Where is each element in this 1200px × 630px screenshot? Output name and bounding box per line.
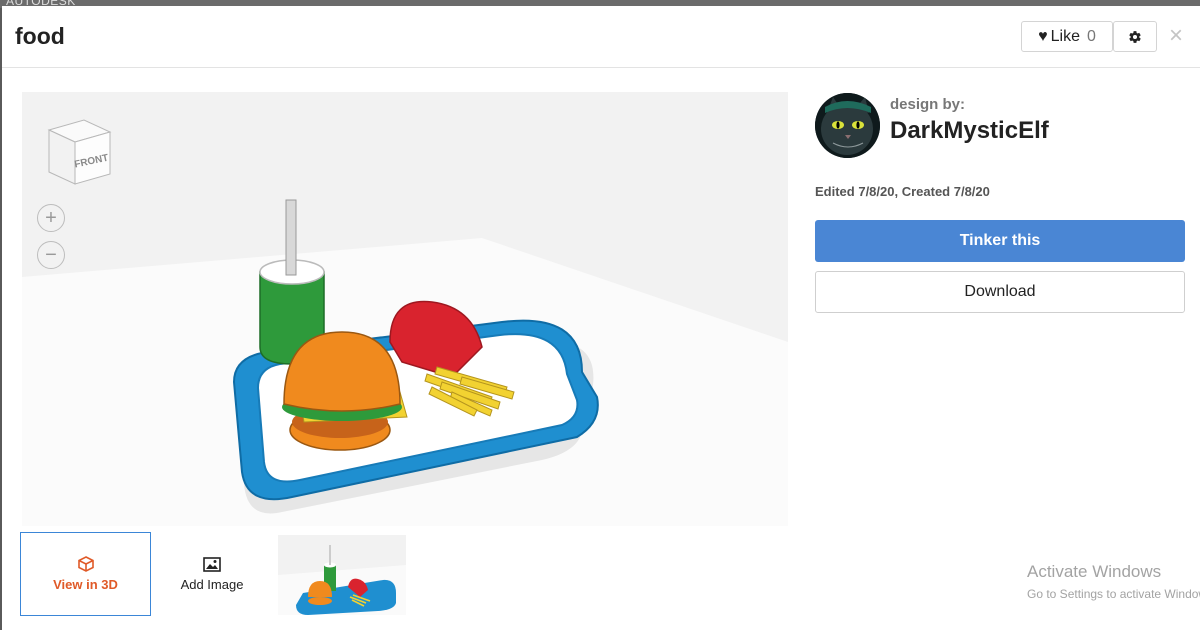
drink-straw (285, 199, 297, 276)
tinker-this-button[interactable]: Tinker this (815, 220, 1185, 262)
add-image-label: Add Image (180, 576, 244, 592)
zoom-out-button[interactable]: − (37, 241, 65, 269)
view-in-3d-label: View in 3D (53, 577, 118, 592)
watermark-line2: Go to Settings to activate Windows. (1027, 587, 1200, 601)
view-in-3d-thumb[interactable]: View in 3D (20, 532, 151, 616)
heart-icon: ♥ (1038, 27, 1048, 45)
cat-avatar-image (815, 93, 880, 158)
modal-header: food ♥ Like 0 × (2, 6, 1200, 68)
gear-icon (1129, 30, 1141, 43)
activate-windows-watermark: Activate Windows Go to Settings to activ… (1027, 562, 1200, 601)
design-preview-thumb[interactable] (278, 535, 406, 615)
like-label: Like (1050, 27, 1080, 45)
viewcube[interactable]: FRONT (44, 112, 114, 188)
add-image-thumb[interactable]: Add Image (153, 532, 271, 616)
designer-username[interactable]: DarkMysticElf (890, 117, 1049, 145)
close-button[interactable]: × (1164, 22, 1188, 50)
like-button[interactable]: ♥ Like 0 (1021, 21, 1113, 52)
food-tray-3d-model (22, 199, 788, 526)
zoom-in-button[interactable]: + (37, 204, 65, 232)
design-preview-image (278, 545, 406, 615)
edit-create-dates: Edited 7/8/20, Created 7/8/20 (815, 184, 990, 199)
design-title: food (15, 23, 65, 49)
settings-button[interactable] (1113, 21, 1157, 52)
design-by-label: design by: (890, 96, 966, 113)
watermark-line1: Activate Windows (1027, 562, 1162, 581)
cube-icon (77, 556, 94, 572)
designer-avatar[interactable] (815, 93, 880, 158)
image-icon (203, 556, 221, 572)
3d-viewer[interactable]: FRONT + − (22, 92, 788, 526)
design-modal: food ♥ Like 0 × FRONT + − View in 3D Add… (2, 6, 1200, 630)
download-button[interactable]: Download (815, 271, 1185, 313)
like-count: 0 (1086, 27, 1096, 45)
